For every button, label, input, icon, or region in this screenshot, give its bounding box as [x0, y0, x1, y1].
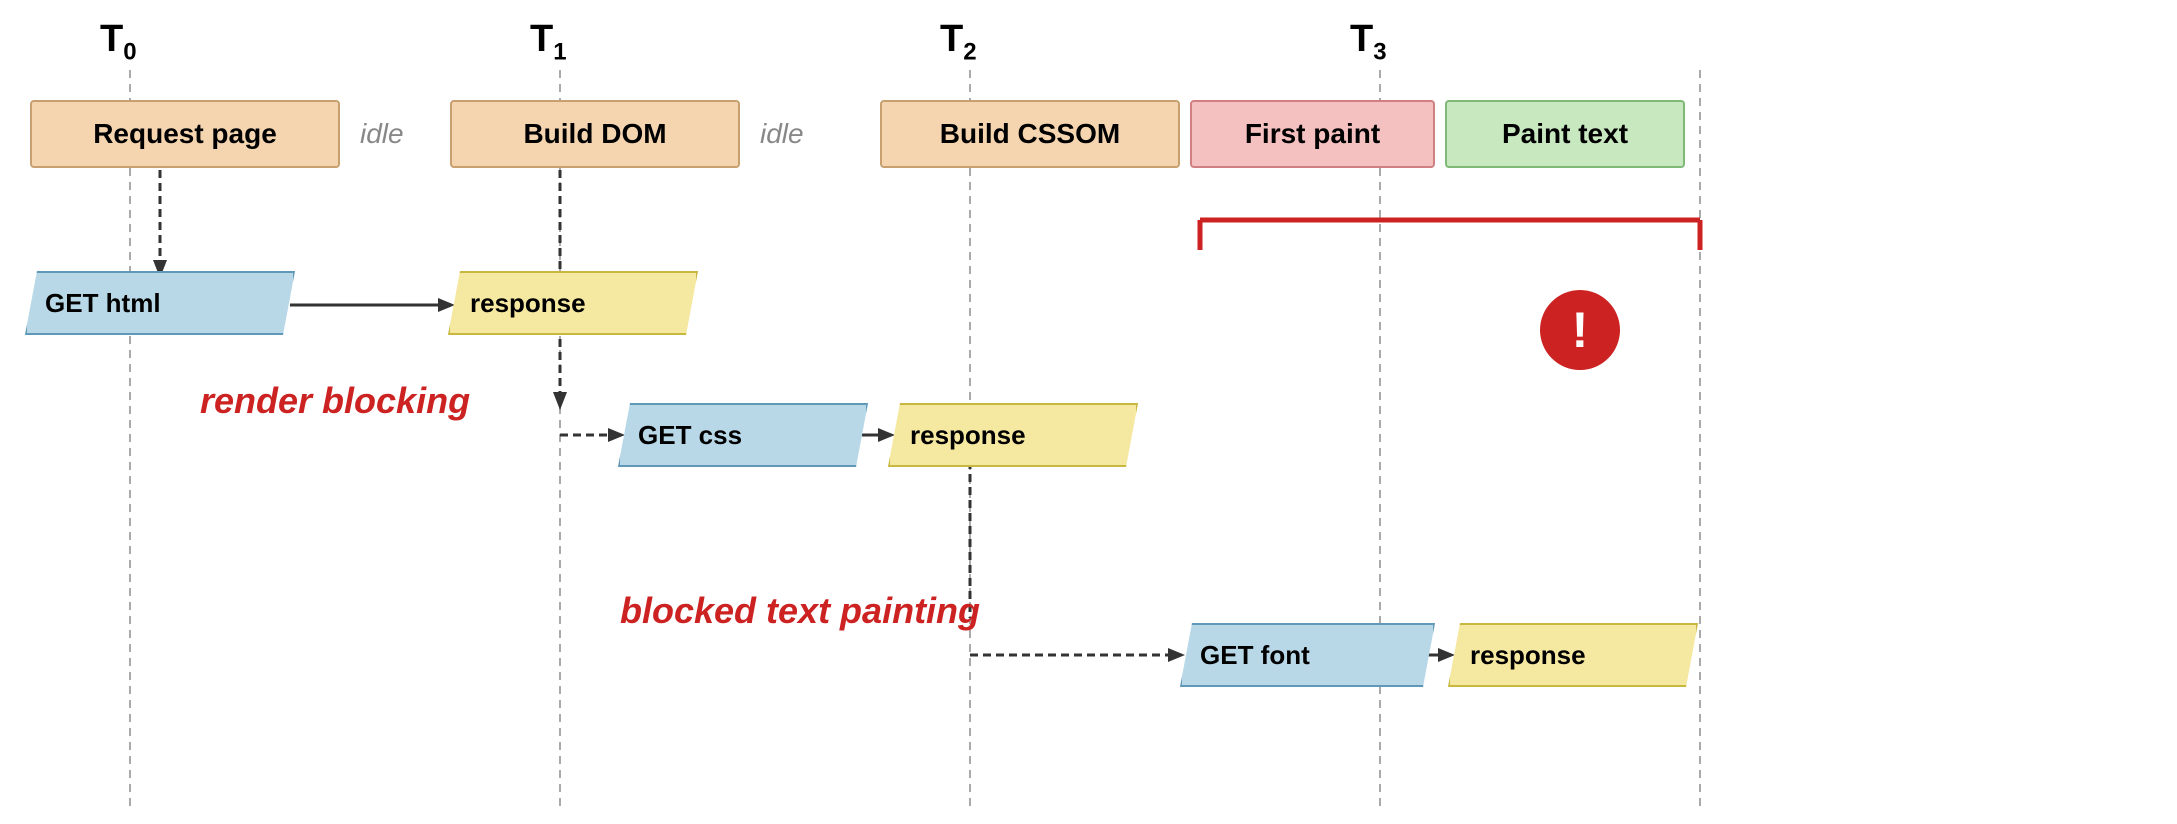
- exclamation-icon: !: [1572, 301, 1589, 359]
- response-css-box: response: [888, 403, 1138, 467]
- idle-2: idle: [760, 118, 804, 150]
- t3-label: T3: [1350, 18, 1387, 67]
- get-font-box: GET font: [1180, 623, 1435, 687]
- response-font-box: response: [1448, 623, 1698, 687]
- response-html-box: response: [448, 271, 698, 335]
- first-paint-box: First paint: [1190, 100, 1435, 168]
- render-blocking-label: render blocking: [200, 380, 470, 422]
- blocked-text-painting-label: blocked text painting: [620, 590, 980, 632]
- request-page-box: Request page: [30, 100, 340, 168]
- build-cssom-box: Build CSSOM: [880, 100, 1180, 168]
- get-html-box: GET html: [25, 271, 295, 335]
- diagram: T0 T1 T2 T3 Request page idle Build DOM …: [0, 0, 2177, 824]
- paint-text-box: Paint text: [1445, 100, 1685, 168]
- t2-label: T2: [940, 18, 977, 67]
- error-circle: !: [1540, 290, 1620, 370]
- build-dom-box: Build DOM: [450, 100, 740, 168]
- get-css-box: GET css: [618, 403, 868, 467]
- t0-label: T0: [100, 18, 137, 67]
- idle-1: idle: [360, 118, 404, 150]
- t1-label: T1: [530, 18, 567, 67]
